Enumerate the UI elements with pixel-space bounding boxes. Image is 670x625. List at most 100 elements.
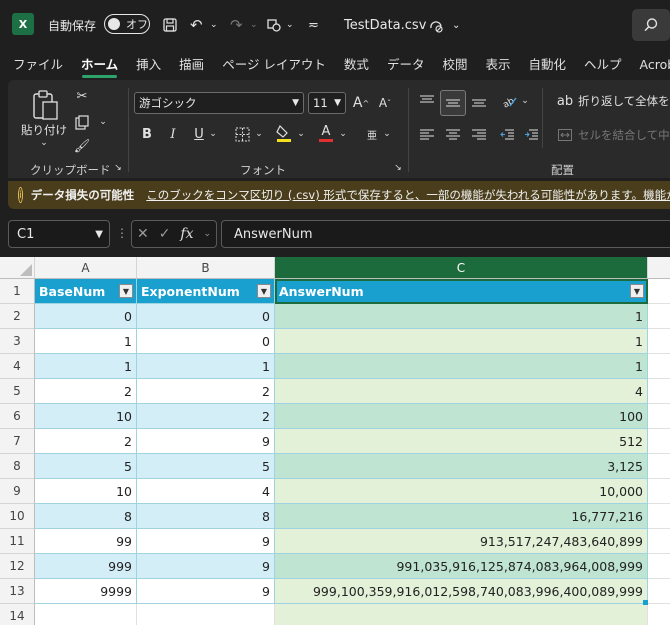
warning-message-link[interactable]: このブックをコンマ区切り (.csv) 形式で保存すると、一部の機能が失われる可… <box>146 187 670 203</box>
fill-color-icon[interactable] <box>274 122 294 144</box>
increase-indent-icon[interactable] <box>520 124 542 146</box>
italic-button[interactable]: I <box>164 124 182 144</box>
table-cell[interactable]: 1 <box>137 354 275 379</box>
empty-cell[interactable] <box>137 604 275 625</box>
tab-11[interactable]: Acrobat <box>631 50 670 80</box>
empty-cell[interactable] <box>648 504 670 529</box>
tab-4[interactable]: ページ レイアウト <box>213 50 335 80</box>
border-dropdown-icon[interactable]: ⌄ <box>254 124 264 144</box>
table-cell[interactable]: 5 <box>35 454 137 479</box>
fill-color-dropdown-icon[interactable]: ⌄ <box>296 124 306 144</box>
row-header[interactable]: 5 <box>0 379 35 404</box>
filter-dropdown-icon[interactable]: ▼ <box>630 284 644 298</box>
empty-cell[interactable] <box>648 429 670 454</box>
font-name-select[interactable]: 游ゴシック ▼ <box>134 92 304 114</box>
format-painter-icon[interactable]: 🖌 <box>72 136 92 156</box>
align-center-icon[interactable] <box>442 124 464 146</box>
filter-dropdown-icon[interactable]: ▼ <box>119 284 133 298</box>
row-header[interactable]: 12 <box>0 554 35 579</box>
wrap-text-icon[interactable]: ab <box>556 90 574 112</box>
table-cell[interactable]: 16,777,216 <box>275 504 648 529</box>
clipboard-launcher-icon[interactable]: ↘ <box>112 162 124 174</box>
chevron-down-icon[interactable]: ⌄ <box>203 229 211 239</box>
table-cell[interactable]: 0 <box>137 329 275 354</box>
grow-font-button[interactable]: A ^ <box>352 92 370 114</box>
font-size-select[interactable]: 11 ▼ <box>308 92 346 114</box>
empty-cell[interactable] <box>648 279 670 304</box>
table-cell[interactable]: 8 <box>35 504 137 529</box>
merge-center-icon[interactable] <box>556 124 574 146</box>
redo-icon[interactable]: ↷ <box>230 0 243 50</box>
empty-cell[interactable] <box>648 554 670 579</box>
table-header-cell[interactable]: BaseNum ▼ <box>35 279 137 304</box>
row-header[interactable]: 13 <box>0 579 35 604</box>
orientation-dropdown-icon[interactable]: ⌄ <box>520 92 530 110</box>
column-header-a[interactable]: A <box>35 257 137 279</box>
shape-icon[interactable] <box>266 0 282 50</box>
align-middle-icon[interactable] <box>440 90 466 116</box>
column-header-d[interactable] <box>648 257 670 279</box>
align-top-icon[interactable] <box>416 90 438 112</box>
table-cell[interactable]: 1 <box>275 329 648 354</box>
row-header[interactable]: 9 <box>0 479 35 504</box>
wrap-text-button[interactable]: 折り返して全体を表 <box>578 90 670 112</box>
table-cell[interactable]: 1 <box>35 329 137 354</box>
row-header[interactable]: 4 <box>0 354 35 379</box>
more-icon[interactable]: ≂ <box>308 0 319 50</box>
table-cell[interactable]: 100 <box>275 404 648 429</box>
table-header-cell[interactable]: AnswerNum ▼ <box>275 279 648 304</box>
font-color-dropdown-icon[interactable]: ⌄ <box>338 124 348 144</box>
row-header[interactable]: 3 <box>0 329 35 354</box>
empty-cell[interactable] <box>35 604 137 625</box>
table-cell[interactable]: 2 <box>137 379 275 404</box>
font-color-button[interactable]: A <box>316 122 336 144</box>
tab-5[interactable]: 数式 <box>335 50 378 80</box>
paste-button[interactable]: 貼り付け <box>20 122 68 138</box>
row-header[interactable]: 8 <box>0 454 35 479</box>
empty-cell[interactable] <box>648 604 670 625</box>
tab-3[interactable]: 描画 <box>170 50 213 80</box>
row-header[interactable]: 1 <box>0 279 35 304</box>
merge-center-button[interactable]: セルを結合して中央 <box>578 124 670 146</box>
column-header-b[interactable]: B <box>137 257 275 279</box>
table-cell[interactable]: 10 <box>35 479 137 504</box>
border-icon[interactable] <box>232 124 252 144</box>
table-cell[interactable]: 1 <box>35 354 137 379</box>
table-cell[interactable]: 0 <box>137 304 275 329</box>
tab-0[interactable]: ファイル <box>4 50 72 80</box>
table-cell[interactable]: 2 <box>137 404 275 429</box>
tab-2[interactable]: 挿入 <box>127 50 170 80</box>
undo-dropdown-icon[interactable]: ⌄ <box>210 0 218 50</box>
empty-cell[interactable] <box>648 354 670 379</box>
table-cell[interactable]: 9 <box>137 554 275 579</box>
empty-cell[interactable] <box>648 379 670 404</box>
shrink-font-button[interactable]: Aˇ <box>376 92 394 114</box>
insert-function-button[interactable]: fx <box>180 226 193 242</box>
table-cell[interactable]: 4 <box>137 479 275 504</box>
table-cell[interactable]: 999 <box>35 554 137 579</box>
tab-8[interactable]: 表示 <box>476 50 519 80</box>
select-all-corner[interactable] <box>0 257 35 279</box>
table-cell[interactable]: 4 <box>275 379 648 404</box>
empty-cell[interactable] <box>648 479 670 504</box>
table-cell[interactable]: 1 <box>275 354 648 379</box>
empty-cell[interactable] <box>275 604 648 625</box>
table-cell[interactable]: 1 <box>275 304 648 329</box>
table-resize-handle[interactable] <box>643 600 648 605</box>
table-cell[interactable]: 913,517,247,483,640,899 <box>275 529 648 554</box>
table-cell[interactable]: 8 <box>137 504 275 529</box>
filter-dropdown-icon[interactable]: ▼ <box>257 284 271 298</box>
tab-6[interactable]: データ <box>378 50 434 80</box>
align-bottom-icon[interactable] <box>468 90 490 112</box>
table-cell[interactable]: 9 <box>137 429 275 454</box>
phonetic-button[interactable]: 亜 <box>362 124 382 144</box>
table-cell[interactable]: 5 <box>137 454 275 479</box>
table-cell[interactable]: 9 <box>137 529 275 554</box>
shape-dropdown-icon[interactable]: ⌄ <box>286 0 294 50</box>
table-header-cell[interactable]: ExponentNum ▼ <box>137 279 275 304</box>
search-icon[interactable] <box>632 9 670 41</box>
table-cell[interactable]: 991,035,916,125,874,083,964,008,999 <box>275 554 648 579</box>
underline-dropdown-icon[interactable]: ⌄ <box>208 124 218 144</box>
save-icon[interactable] <box>162 0 178 50</box>
tab-7[interactable]: 校閲 <box>433 50 476 80</box>
